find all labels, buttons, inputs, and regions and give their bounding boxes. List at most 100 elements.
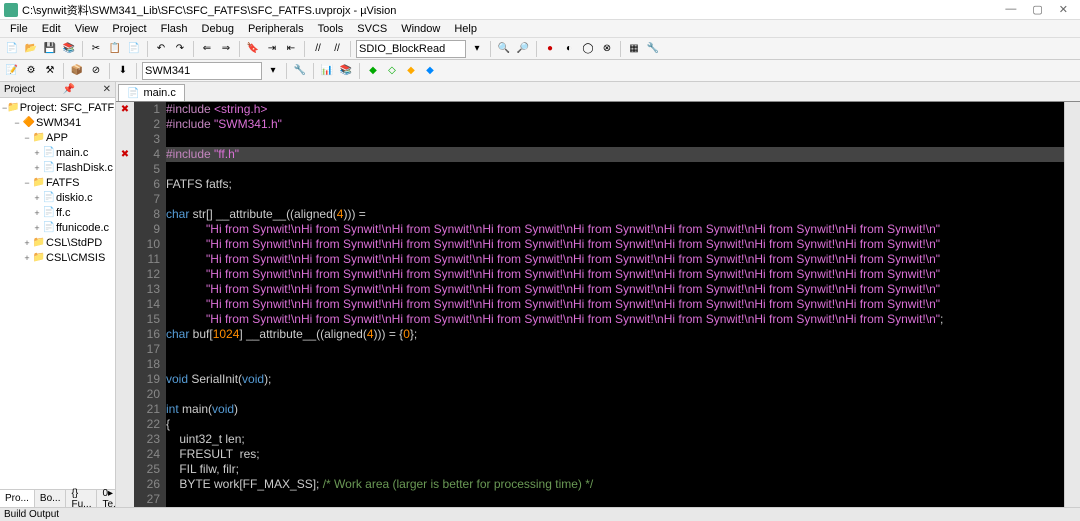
books-button[interactable]: 📚 bbox=[338, 63, 354, 79]
tree-icon: 📁 bbox=[32, 252, 46, 263]
paste-button[interactable]: 📄 bbox=[126, 41, 142, 57]
tree-toggle[interactable]: + bbox=[22, 253, 32, 263]
close-button[interactable]: ✕ bbox=[1059, 3, 1068, 16]
breakpoint-gutter[interactable]: ✖✖ bbox=[116, 102, 134, 507]
tree-icon: 📄 bbox=[42, 207, 56, 218]
tree-toggle[interactable]: + bbox=[32, 223, 42, 233]
tree-toggle[interactable]: + bbox=[22, 238, 32, 248]
copy-button[interactable]: 📋 bbox=[107, 41, 123, 57]
menu-help[interactable]: Help bbox=[448, 22, 483, 36]
kill-bp-button[interactable]: ⊗ bbox=[599, 41, 615, 57]
target-dropdown[interactable]: ▾ bbox=[265, 63, 281, 79]
tree-toggle[interactable]: − bbox=[12, 118, 22, 128]
tree-icon: 📄 bbox=[42, 147, 56, 158]
new-file-button[interactable]: 📄 bbox=[4, 41, 20, 57]
rte-button[interactable]: ◇ bbox=[384, 63, 400, 79]
indent-button[interactable]: ⇥ bbox=[264, 41, 280, 57]
pack-button[interactable]: ◆ bbox=[365, 63, 381, 79]
panel-close-button[interactable]: ✕ bbox=[103, 84, 111, 95]
menu-flash[interactable]: Flash bbox=[155, 22, 194, 36]
batch-build-button[interactable]: 📦 bbox=[69, 63, 85, 79]
file-tab-main[interactable]: 📄 main.c bbox=[118, 84, 185, 101]
menu-tools[interactable]: Tools bbox=[312, 22, 350, 36]
comment-button[interactable]: // bbox=[310, 41, 326, 57]
stop-build-button[interactable]: ⊘ bbox=[88, 63, 104, 79]
undo-button[interactable]: ↶ bbox=[153, 41, 169, 57]
tree-toggle[interactable]: − bbox=[22, 133, 32, 143]
pin-icon[interactable]: 📌 bbox=[63, 84, 75, 95]
panel-tab[interactable]: Bo... bbox=[35, 490, 67, 507]
tree-label: APP bbox=[46, 132, 68, 144]
nav-forward-button[interactable]: ⇒ bbox=[218, 41, 234, 57]
disable-bp-button[interactable]: ◯ bbox=[580, 41, 596, 57]
tree-toggle[interactable]: − bbox=[22, 178, 32, 188]
target-combo[interactable] bbox=[142, 62, 262, 80]
vertical-scrollbar[interactable] bbox=[1064, 102, 1080, 507]
save-button[interactable]: 💾 bbox=[42, 41, 58, 57]
tree-item[interactable]: +📁CSL\CMSIS bbox=[2, 250, 113, 265]
breakpoint-button[interactable]: ◐ bbox=[561, 41, 577, 57]
tree-item[interactable]: −📁APP bbox=[2, 130, 113, 145]
tree-item[interactable]: −📁Project: SFC_FATFS bbox=[2, 100, 113, 115]
open-file-button[interactable]: 📂 bbox=[23, 41, 39, 57]
window-button[interactable]: ▦ bbox=[626, 41, 642, 57]
code-content[interactable]: #include <string.h>#include "SWM341.h"#i… bbox=[166, 102, 1064, 507]
tree-icon: 📁 bbox=[7, 102, 19, 113]
find-combo[interactable] bbox=[356, 40, 466, 58]
line-number-gutter: 1234567891011121314151617181920212223242… bbox=[134, 102, 166, 507]
outdent-button[interactable]: ⇤ bbox=[283, 41, 299, 57]
download-button[interactable]: ⬇ bbox=[115, 63, 131, 79]
rebuild-button[interactable]: ⚒ bbox=[42, 63, 58, 79]
nav-back-button[interactable]: ⇐ bbox=[199, 41, 215, 57]
menu-view[interactable]: View bbox=[69, 22, 105, 36]
save-all-button[interactable]: 📚 bbox=[61, 41, 77, 57]
code-editor[interactable]: ✖✖ 1234567891011121314151617181920212223… bbox=[116, 102, 1080, 507]
tree-item[interactable]: +📄ff.c bbox=[2, 205, 113, 220]
file-tabs: 📄 main.c bbox=[116, 82, 1080, 102]
translate-button[interactable]: 📝 bbox=[4, 63, 20, 79]
tree-toggle[interactable]: + bbox=[32, 148, 42, 158]
tree-label: Project: SFC_FATFS bbox=[20, 102, 115, 114]
tree-label: SWM341 bbox=[36, 117, 81, 129]
tree-toggle[interactable]: + bbox=[32, 208, 42, 218]
tree-item[interactable]: +📄main.c bbox=[2, 145, 113, 160]
menu-bar: FileEditViewProjectFlashDebugPeripherals… bbox=[0, 20, 1080, 38]
tree-toggle[interactable]: + bbox=[32, 163, 42, 173]
cut-button[interactable]: ✂ bbox=[88, 41, 104, 57]
manage-button[interactable]: 📊 bbox=[319, 63, 335, 79]
find-dropdown[interactable]: ▾ bbox=[469, 41, 485, 57]
tree-item[interactable]: +📄ffunicode.c bbox=[2, 220, 113, 235]
panel-tab[interactable]: {} Fu... bbox=[66, 490, 97, 507]
tree-item[interactable]: +📄FlashDisk.c bbox=[2, 160, 113, 175]
find-in-files-button[interactable]: 🔍 bbox=[496, 41, 512, 57]
menu-file[interactable]: File bbox=[4, 22, 34, 36]
tree-label: ff.c bbox=[56, 207, 70, 219]
debug-button[interactable]: ● bbox=[542, 41, 558, 57]
redo-button[interactable]: ↷ bbox=[172, 41, 188, 57]
menu-peripherals[interactable]: Peripherals bbox=[242, 22, 310, 36]
maximize-button[interactable]: ▢ bbox=[1032, 3, 1042, 16]
menu-project[interactable]: Project bbox=[106, 22, 152, 36]
build-output-panel[interactable]: Build Output bbox=[0, 507, 1080, 521]
pack-check-button[interactable]: ◆ bbox=[422, 63, 438, 79]
tree-item[interactable]: +📄diskio.c bbox=[2, 190, 113, 205]
menu-edit[interactable]: Edit bbox=[36, 22, 67, 36]
menu-svcs[interactable]: SVCS bbox=[351, 22, 393, 36]
tree-item[interactable]: −📁FATFS bbox=[2, 175, 113, 190]
build-button[interactable]: ⚙ bbox=[23, 63, 39, 79]
uncomment-button[interactable]: // bbox=[329, 41, 345, 57]
pack-install-button[interactable]: ◆ bbox=[403, 63, 419, 79]
app-icon bbox=[4, 3, 18, 17]
menu-window[interactable]: Window bbox=[395, 22, 446, 36]
incremental-find-button[interactable]: 🔎 bbox=[515, 41, 531, 57]
target-options-button[interactable]: 🔧 bbox=[292, 63, 308, 79]
bookmark-button[interactable]: 🔖 bbox=[245, 41, 261, 57]
tree-toggle[interactable]: + bbox=[32, 193, 42, 203]
panel-tab[interactable]: Pro... bbox=[0, 490, 35, 507]
tree-item[interactable]: −🔶SWM341 bbox=[2, 115, 113, 130]
minimize-button[interactable]: — bbox=[1005, 3, 1016, 16]
config-button[interactable]: 🔧 bbox=[645, 41, 661, 57]
project-tree[interactable]: −📁Project: SFC_FATFS−🔶SWM341−📁APP+📄main.… bbox=[0, 98, 115, 489]
menu-debug[interactable]: Debug bbox=[196, 22, 240, 36]
tree-item[interactable]: +📁CSL\StdPD bbox=[2, 235, 113, 250]
